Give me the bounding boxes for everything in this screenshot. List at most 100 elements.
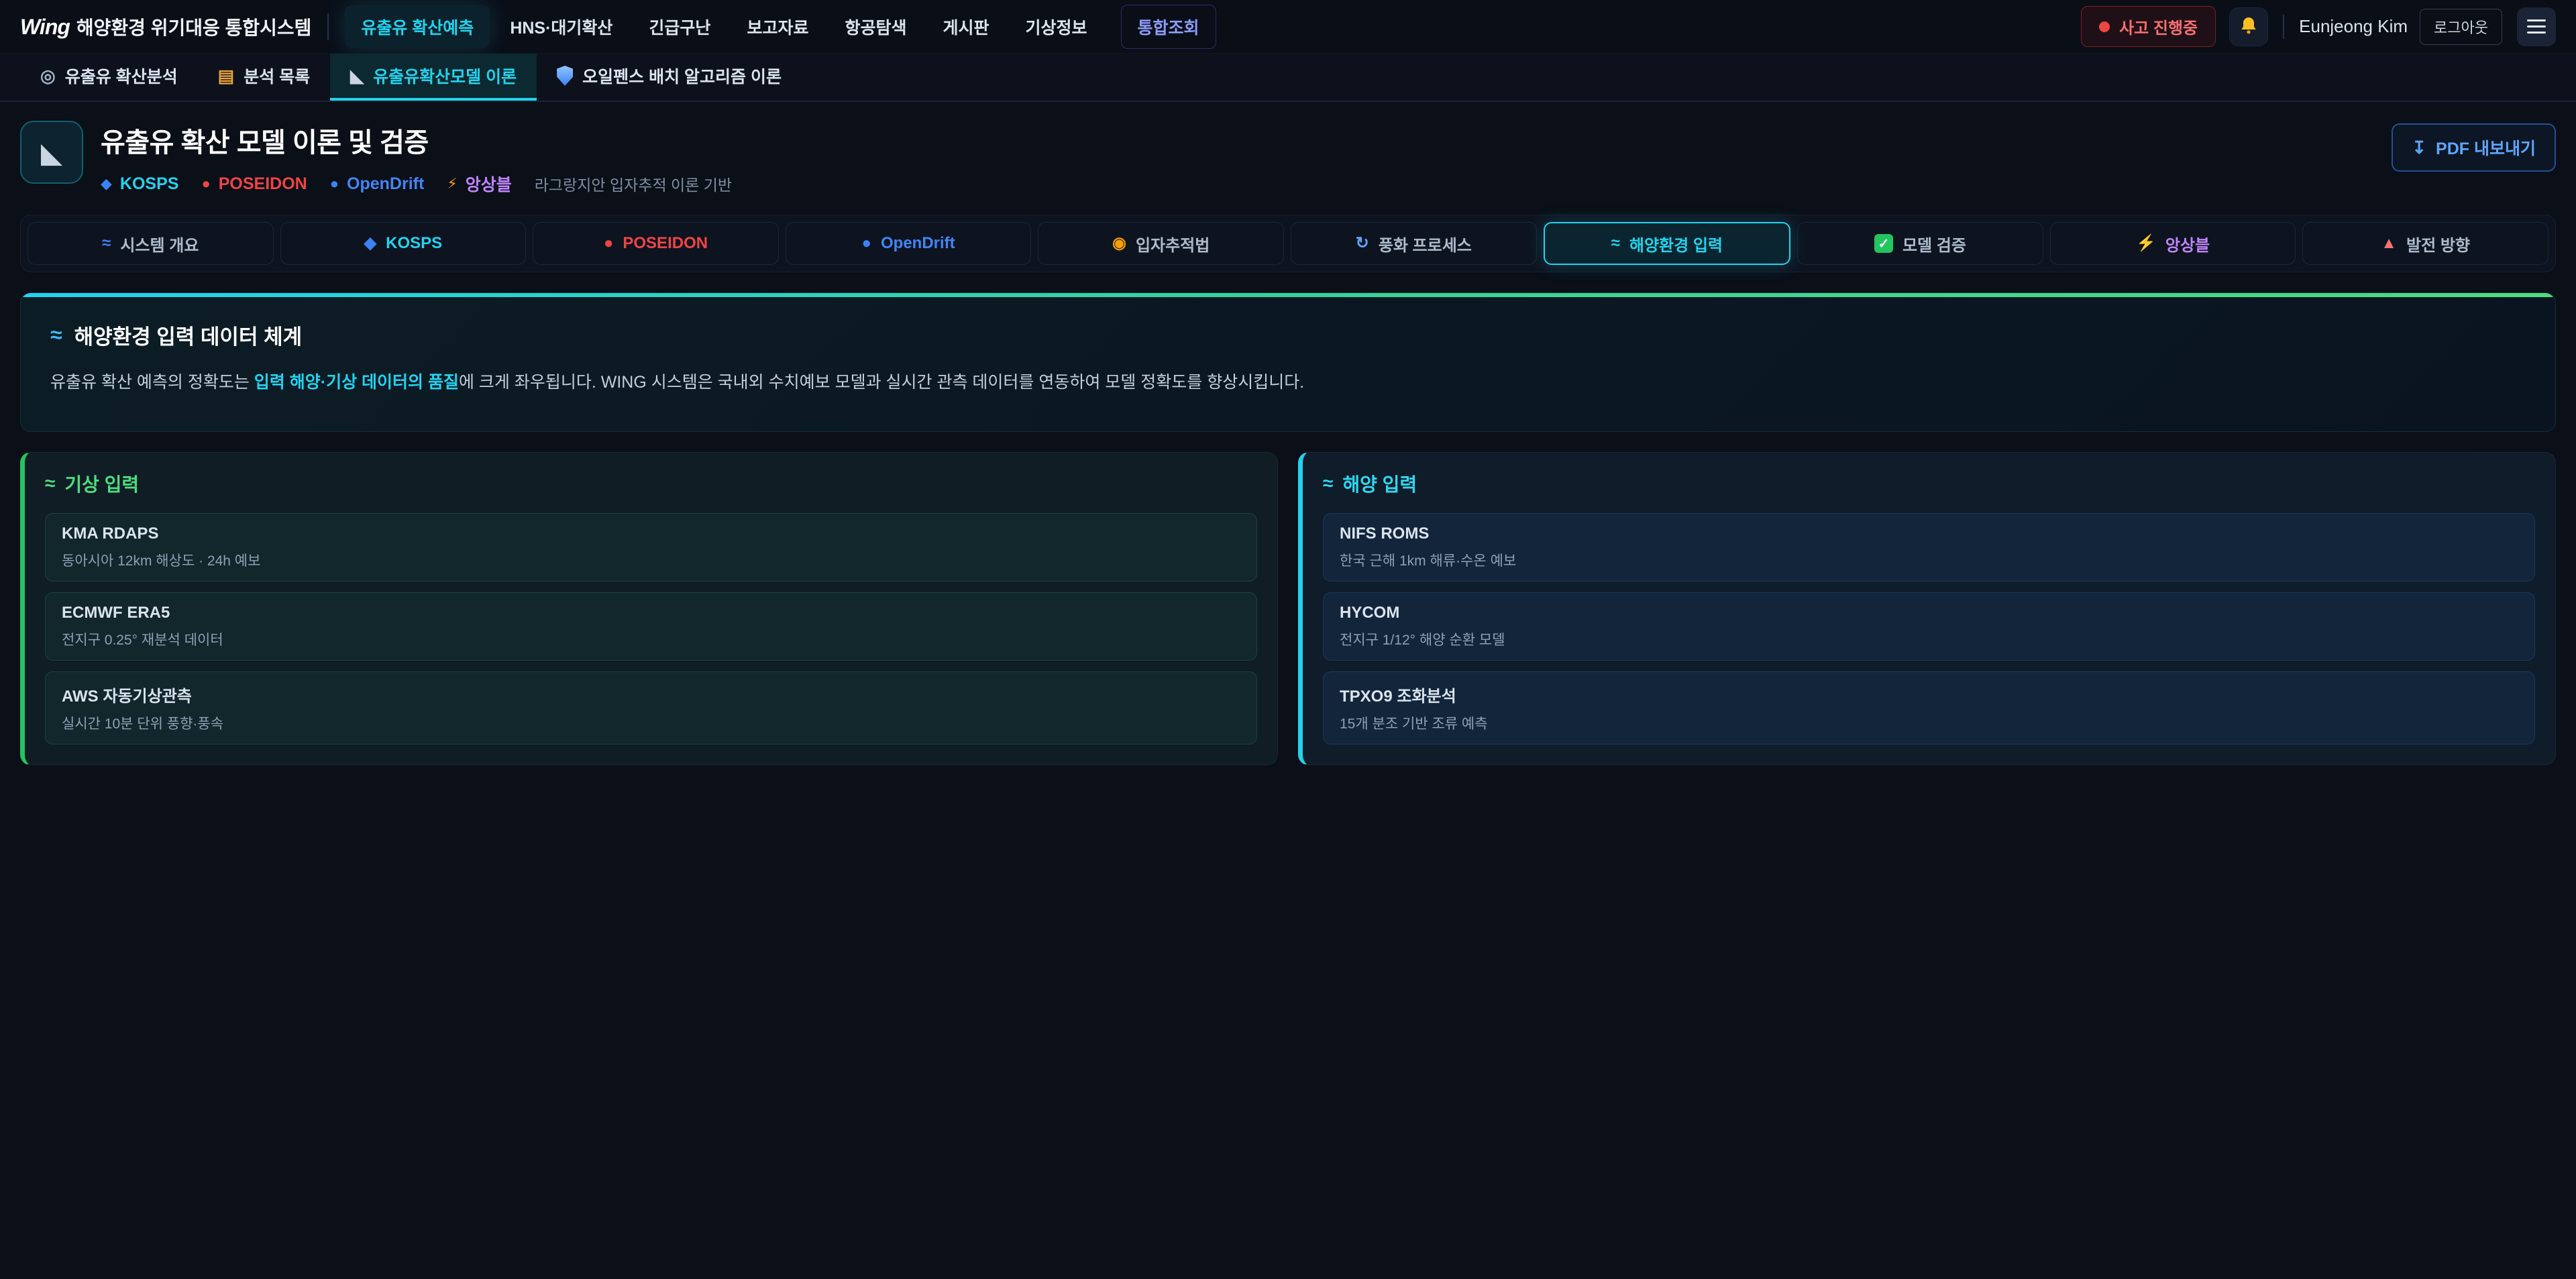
compass-icon: ◉: [1112, 235, 1126, 252]
nav-item-board[interactable]: 게시판: [926, 5, 1005, 48]
navbar-right: 사고 진행중 Eunjeong Kim 로그아웃: [2081, 6, 2556, 47]
red-dot-icon: ●: [604, 235, 614, 252]
tab-oil-spill-analysis[interactable]: ◎ 유출유 확산분석: [20, 54, 198, 101]
ocean-card-items: NIFS ROMS 한국 근해 1km 해류·수온 예보 HYCOM 전지구 1…: [1323, 513, 2535, 744]
wave-icon: ≈: [1611, 235, 1620, 252]
section-nav-marine-env-input[interactable]: ≈ 해양환경 입력: [1544, 222, 1791, 265]
microscope-icon: ◎: [40, 67, 56, 85]
brand-wordmark: Wing: [20, 15, 70, 40]
section-nav-future-direction[interactable]: ▲ 발전 방향: [2302, 222, 2548, 265]
page-icon-box: ◣: [20, 121, 83, 184]
item-name: KMA RDAPS: [62, 524, 1240, 543]
incident-status-badge: 사고 진행중: [2081, 6, 2216, 47]
app-logo[interactable]: Wing 해양환경 위기대응 통합시스템: [20, 13, 311, 40]
ocean-input-card: ≈ 해양 입력 NIFS ROMS 한국 근해 1km 해류·수온 예보 HYC…: [1298, 452, 2556, 765]
wave-icon: ≈: [50, 323, 62, 347]
item-name: NIFS ROMS: [1340, 524, 2518, 543]
list-item-ecmwf-era5: ECMWF ERA5 전지구 0.25° 재분석 데이터: [45, 592, 1257, 661]
tab-label: 분석 목록: [244, 64, 310, 88]
triangle-ruler-icon: ◣: [350, 67, 364, 85]
page-content: ◣ 유출유 확산 모델 이론 및 검증 ◆ KOSPS ● POSEIDON ●…: [0, 121, 2576, 792]
ocean-card-heading: ≈ 해양 입력: [1323, 470, 2535, 497]
tab-label: 오일펜스 배치 알고리즘 이론: [582, 64, 782, 88]
header-text: 유출유 확산 모델 이론 및 검증 ◆ KOSPS ● POSEIDON ● O…: [101, 121, 2392, 196]
refresh-icon: ↻: [1356, 235, 1369, 252]
badge-poseidon: ● POSEIDON: [201, 174, 307, 194]
section-nav-model-validation[interactable]: ✓ 모델 검증: [1797, 222, 2043, 265]
item-name: TPXO9 조화분석: [1340, 683, 2518, 706]
diamond-icon: ◆: [101, 175, 112, 192]
weather-card-heading: ≈ 기상 입력: [45, 470, 1257, 497]
wave-icon: ≈: [102, 235, 111, 252]
blue-dot-icon: ●: [861, 235, 871, 252]
tab-diffusion-model-theory[interactable]: ◣ 유출유확산모델 이론: [330, 54, 537, 101]
nav-item-reports[interactable]: 보고자료: [731, 5, 824, 48]
section-nav-opendrift[interactable]: ● OpenDrift: [786, 222, 1032, 265]
main-nav: 유출유 확산예측 HNS·대기확산 긴급구난 보고자료 항공탐색 게시판 기상정…: [345, 5, 1216, 49]
wave-icon: ≈: [1323, 473, 1333, 494]
check-icon: ✓: [1874, 234, 1893, 253]
bell-icon: [2238, 15, 2259, 38]
item-name: AWS 자동기상관측: [62, 683, 1240, 706]
section-nav-system-overview[interactable]: ≈ 시스템 개요: [28, 222, 274, 265]
weather-input-card: ≈ 기상 입력 KMA RDAPS 동아시아 12km 해상도 · 24h 예보…: [20, 452, 1278, 765]
item-name: HYCOM: [1340, 604, 2518, 622]
page-header: ◣ 유출유 확산 모델 이론 및 검증 ◆ KOSPS ● POSEIDON ●…: [20, 121, 2556, 196]
item-desc: 전지구 0.25° 재분석 데이터: [62, 629, 1240, 649]
app-title: 해양환경 위기대응 통합시스템: [76, 13, 311, 40]
nav-item-hns-air-dispersion[interactable]: HNS·대기확산: [494, 5, 629, 48]
section-nav: ≈ 시스템 개요 ◆ KOSPS ● POSEIDON ● OpenDrift …: [20, 215, 2556, 272]
list-item-hycom: HYCOM 전지구 1/12° 해양 순환 모델: [1323, 592, 2535, 661]
lightning-icon: ⚡: [447, 175, 457, 192]
incident-dot-icon: [2099, 21, 2110, 32]
marine-env-input-panel: ≈ 해양환경 입력 데이터 체계 유출유 확산 예측의 정확도는 입력 해양·기…: [20, 292, 2556, 432]
highlight-text: 입력 해양·기상 데이터의 품질: [254, 373, 459, 392]
list-item-tpxo9: TPXO9 조화분석 15개 분조 기반 조류 예측: [1323, 671, 2535, 744]
section-nav-particle-tracking[interactable]: ◉ 입자추적법: [1038, 222, 1284, 265]
tab-label: 유출유 확산분석: [65, 64, 178, 88]
blue-dot-icon: ●: [330, 175, 339, 192]
section-nav-poseidon[interactable]: ● POSEIDON: [533, 222, 779, 265]
page-title: 유출유 확산 모델 이론 및 검증: [101, 121, 2392, 160]
panel-heading-text: 해양환경 입력 데이터 체계: [74, 320, 303, 350]
nav-item-emergency-rescue[interactable]: 긴급구난: [633, 5, 727, 48]
pdf-export-button[interactable]: ↧ PDF 내보내기: [2392, 123, 2556, 172]
lightning-icon: ⚡: [2136, 235, 2156, 252]
item-desc: 전지구 1/12° 해양 순환 모델: [1340, 629, 2518, 649]
panel-description: 유출유 확산 예측의 정확도는 입력 해양·기상 데이터의 품질에 크게 좌우됩…: [50, 369, 2526, 396]
triangle-ruler-icon: ◣: [41, 136, 62, 169]
hamburger-menu-button[interactable]: [2517, 7, 2556, 46]
list-item-aws: AWS 자동기상관측 실시간 10분 단위 풍향·풍속: [45, 671, 1257, 744]
nav-item-oil-spill-prediction[interactable]: 유출유 확산예측: [345, 5, 490, 48]
item-desc: 한국 근해 1km 해류·수온 예보: [1340, 550, 2518, 570]
nav-item-aerial-search[interactable]: 항공탐색: [828, 5, 922, 48]
section-nav-kosps[interactable]: ◆ KOSPS: [280, 222, 527, 265]
navbar-left: Wing 해양환경 위기대응 통합시스템 유출유 확산예측 HNS·대기확산 긴…: [20, 5, 1216, 49]
logout-button[interactable]: 로그아웃: [2420, 9, 2502, 45]
panel-heading: ≈ 해양환경 입력 데이터 체계: [50, 320, 2526, 350]
badge-ensemble: ⚡ 앙상블: [447, 172, 511, 196]
red-dot-icon: ●: [201, 175, 210, 192]
tab-oil-fence-algorithm-theory[interactable]: 오일펜스 배치 알고리즘 이론: [537, 54, 802, 101]
nav-item-weather-info[interactable]: 기상정보: [1009, 5, 1103, 48]
item-name: ECMWF ERA5: [62, 604, 1240, 622]
clipboard-icon: ▤: [218, 67, 235, 85]
hamburger-icon: [2527, 19, 2546, 21]
section-nav-ensemble[interactable]: ⚡ 앙상블: [2050, 222, 2296, 265]
input-data-cards: ≈ 기상 입력 KMA RDAPS 동아시아 12km 해상도 · 24h 예보…: [20, 452, 2556, 765]
header-note: 라그랑지안 입자추적 이론 기반: [535, 172, 732, 195]
notification-bell-button[interactable]: [2229, 7, 2268, 46]
tab-analysis-list[interactable]: ▤ 분석 목록: [198, 54, 331, 101]
incident-status-label: 사고 진행중: [2119, 15, 2198, 38]
section-nav-weathering-process[interactable]: ↻ 풍화 프로세스: [1291, 222, 1537, 265]
list-item-nifs-roms: NIFS ROMS 한국 근해 1km 해류·수온 예보: [1323, 513, 2535, 581]
item-desc: 실시간 10분 단위 풍향·풍속: [62, 713, 1240, 733]
item-desc: 15개 분조 기반 조류 예측: [1340, 713, 2518, 733]
sub-tabbar: ◎ 유출유 확산분석 ▤ 분석 목록 ◣ 유출유확산모델 이론 오일펜스 배치 …: [0, 54, 2576, 102]
rocket-icon: ▲: [2381, 235, 2397, 252]
top-navbar: Wing 해양환경 위기대응 통합시스템 유출유 확산예측 HNS·대기확산 긴…: [0, 0, 2576, 54]
list-item-kma-rdaps: KMA RDAPS 동아시아 12km 해상도 · 24h 예보: [45, 513, 1257, 581]
export-icon: ↧: [2412, 137, 2426, 158]
divider: [327, 13, 329, 40]
nav-item-integrated-search[interactable]: 통합조회: [1121, 5, 1216, 49]
